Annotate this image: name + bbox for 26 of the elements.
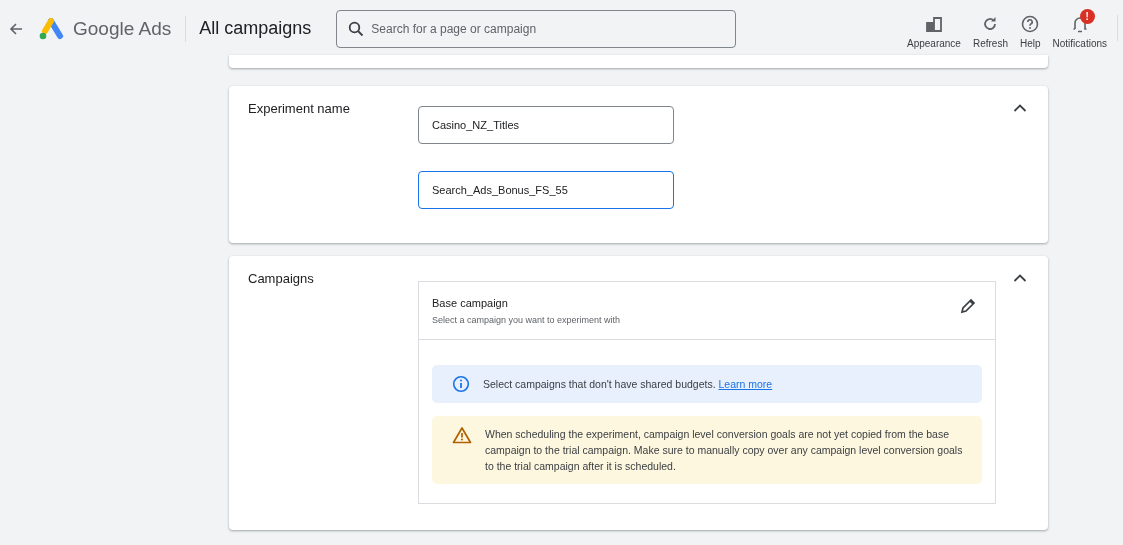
chevron-icon[interactable] [1013,103,1027,113]
name-field[interactable]: Search_Ads_Bonus_FS_55 [418,171,674,209]
notice-text: Select campaigns that don't have shared budgets. Learn more [483,377,773,392]
logo-icon [38,17,64,40]
toolbar-button[interactable]: ! Notifications [1046,8,1113,49]
info-icon [452,375,470,393]
help-icon [1021,15,1040,33]
alert-badge: ! [1079,9,1095,24]
toolbar-button[interactable]: Appearance [901,8,967,49]
edit-icon[interactable] [959,297,977,315]
bar-chart-icon [924,15,943,33]
product-name: Google Ads [73,17,172,40]
page-title: All campaigns [199,18,312,39]
warning-icon [452,426,472,444]
learn-more-link[interactable]: Learn more [718,378,773,390]
toolbar-button[interactable]: Refresh [966,8,1014,49]
base-campaign-title: Base campaign [432,297,509,309]
toolbar-button[interactable]: Help [1013,8,1047,49]
section-title: Campaigns [247,270,315,288]
chevron-icon[interactable] [1013,273,1027,283]
section-title: Experiment name [247,100,351,118]
name-field[interactable]: Casino_NZ_Titles [418,106,674,144]
back-arrow-icon[interactable] [8,20,24,37]
search-field[interactable]: Search for a page or campaign [336,9,737,48]
notice-text: When scheduling the experiment, campaign level conversion goals are not yet copied from the base campaign to the trial campaign. Make sure to manually copy over any campaign level conversion goals to the trial campaign after it is scheduled. [485,427,964,474]
base-campaign-subtitle: Select a campaign you want to experiment with [432,315,621,325]
